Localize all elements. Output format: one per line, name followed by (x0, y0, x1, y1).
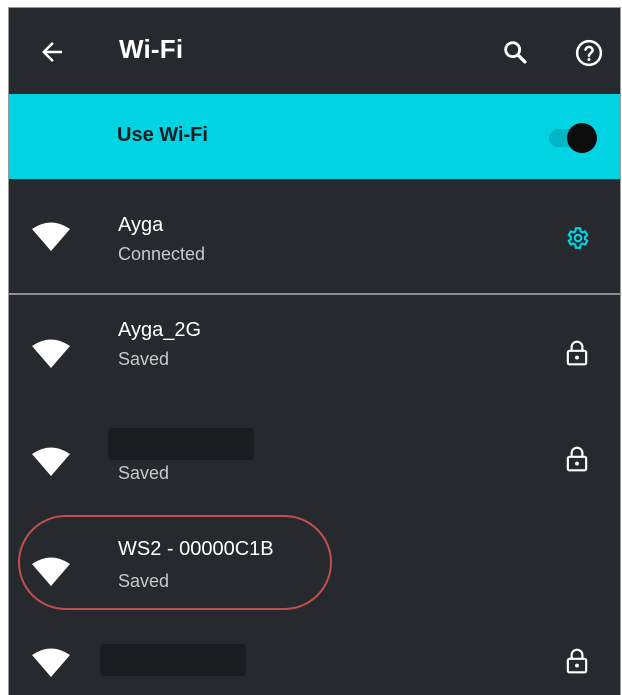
network-status: Saved (118, 349, 170, 369)
network-row-ayga[interactable]: Ayga Connected (9, 180, 620, 293)
help-icon[interactable] (574, 38, 604, 68)
network-row-ayga-2g[interactable]: Ayga_2G Saved (9, 295, 620, 403)
wifi-signal-icon (32, 447, 70, 476)
wifi-settings-screen: Wi-Fi Use Wi-Fi Ayga Connected Ayga_2G S… (8, 7, 621, 695)
network-ssid: Ayga_2G (118, 319, 202, 341)
lock-icon (566, 648, 588, 674)
network-status: Saved (118, 463, 170, 483)
wifi-toggle[interactable] (549, 121, 601, 153)
highlight-annotation (18, 515, 332, 610)
network-ssid: Ayga (118, 214, 164, 236)
page-title: Wi-Fi (119, 34, 184, 64)
network-row-redacted-2[interactable] (9, 619, 620, 695)
gear-icon[interactable] (564, 224, 590, 252)
network-status: Connected (118, 244, 206, 264)
redacted-ssid (100, 644, 246, 676)
redacted-ssid (108, 428, 254, 460)
network-row-redacted[interactable]: Saved (9, 403, 620, 511)
lock-icon (566, 446, 588, 472)
arrow-left-icon[interactable] (37, 37, 67, 67)
toggle-thumb (567, 123, 597, 153)
wifi-signal-icon (32, 339, 70, 368)
use-wifi-label: Use Wi-Fi (117, 124, 208, 146)
app-bar: Wi-Fi (9, 8, 620, 94)
search-icon[interactable] (501, 38, 529, 66)
lock-icon (566, 340, 588, 366)
use-wifi-row[interactable]: Use Wi-Fi (9, 94, 620, 179)
wifi-signal-icon (32, 648, 70, 677)
wifi-signal-icon (32, 222, 70, 251)
